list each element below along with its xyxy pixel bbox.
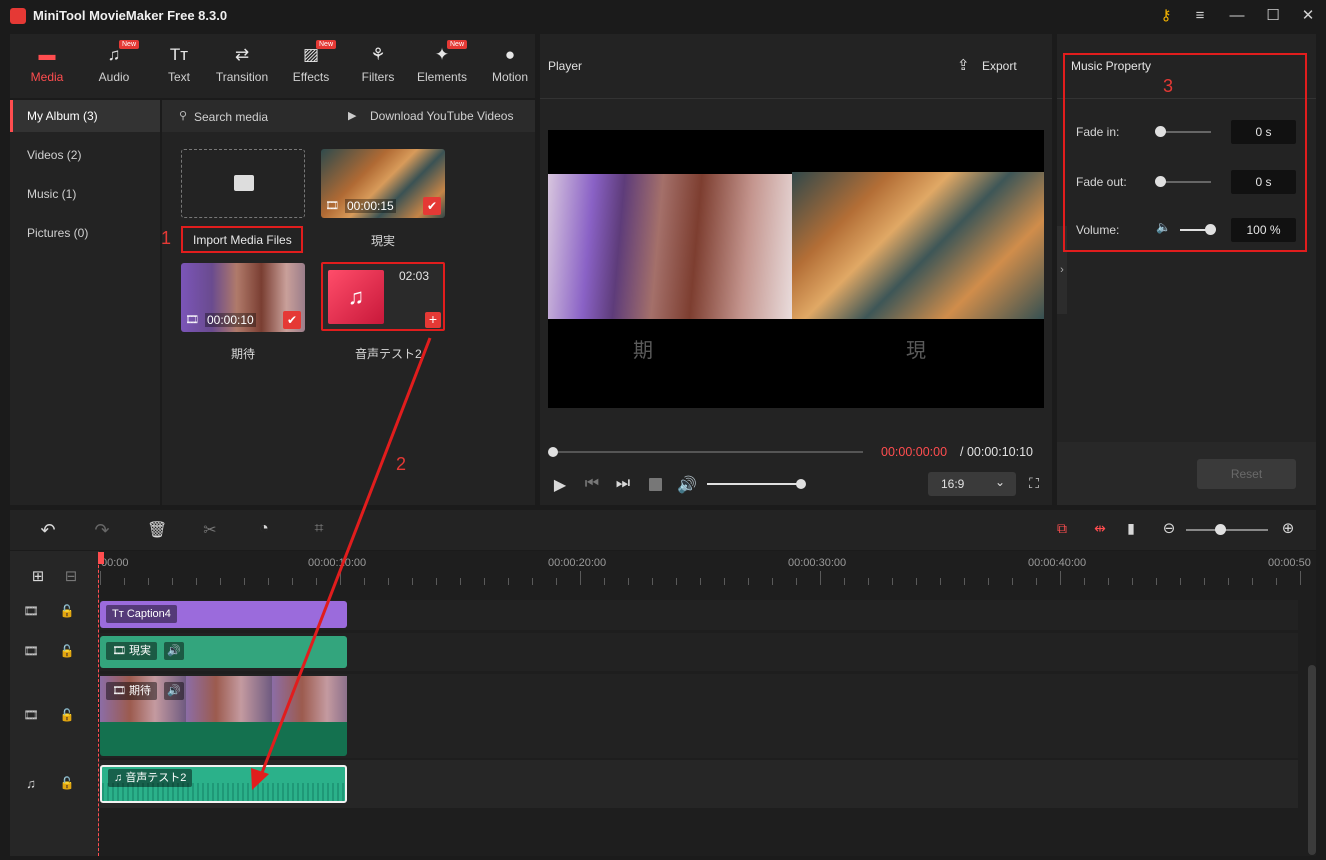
annotation-arrow	[251, 337, 432, 790]
